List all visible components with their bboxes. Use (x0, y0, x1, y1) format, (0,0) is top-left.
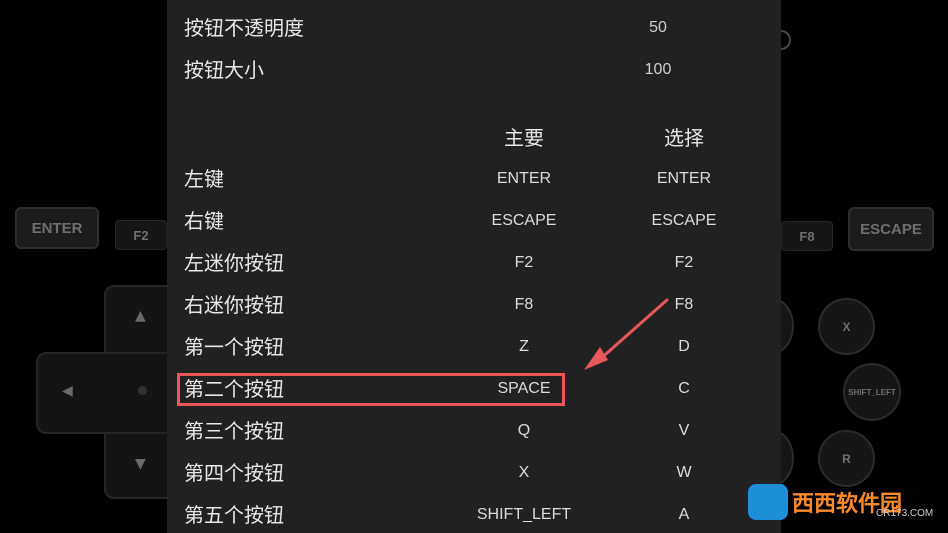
size-label: 按钮大小 (184, 58, 264, 82)
dpad-up-icon[interactable]: ▲ (135, 309, 146, 323)
secondary-column-header: 选择 (664, 126, 704, 150)
r-button[interactable]: R (818, 430, 875, 487)
f8-mini-button[interactable]: F8 (781, 221, 833, 251)
enter-button[interactable]: ENTER (15, 207, 99, 249)
highlight-box (177, 373, 565, 406)
button-settings-dialog: 按钮不透明度 50 按钮大小 100 主要 选择 左键 ENTER ENTER … (167, 0, 781, 533)
watermark-url: CR173.COM (876, 508, 934, 519)
row-primary-left-mini[interactable]: F2 (444, 253, 604, 273)
primary-column-header: 主要 (504, 126, 544, 150)
row-secondary-button-5[interactable]: A (604, 505, 764, 525)
row-label-button-1: 第一个按钮 (184, 335, 284, 359)
row-primary-button-1[interactable]: Z (444, 337, 604, 357)
row-primary-right-key[interactable]: ESCAPE (444, 211, 604, 231)
f2-mini-button[interactable]: F2 (115, 220, 167, 250)
watermark: 西西软件园 CR173.COM (748, 482, 938, 522)
row-label-button-5: 第五个按钮 (184, 503, 284, 527)
row-label-button-4: 第四个按钮 (184, 461, 284, 485)
row-secondary-button-2[interactable]: C (604, 379, 764, 399)
opacity-label: 按钮不透明度 (184, 16, 304, 40)
row-label-right-mini: 右迷你按钮 (184, 293, 284, 317)
row-primary-right-mini[interactable]: F8 (444, 295, 604, 315)
cr-logo-icon (748, 484, 788, 520)
row-secondary-left-mini[interactable]: F2 (604, 253, 764, 273)
dpad-left-icon[interactable]: ◀ (62, 384, 73, 398)
row-secondary-right-mini[interactable]: F8 (604, 295, 764, 315)
row-primary-button-4[interactable]: X (444, 463, 604, 483)
row-label-left-key: 左键 (184, 167, 224, 191)
row-secondary-button-4[interactable]: W (604, 463, 764, 483)
dpad-center-icon (138, 386, 147, 395)
row-primary-button-5[interactable]: SHIFT_LEFT (444, 505, 604, 525)
dpad-down-icon[interactable]: ▼ (135, 457, 146, 471)
row-secondary-right-key[interactable]: ESCAPE (604, 211, 764, 231)
row-label-button-3: 第三个按钮 (184, 419, 284, 443)
shift-left-button[interactable]: SHIFT_LEFT (843, 363, 901, 421)
row-label-right-key: 右键 (184, 209, 224, 233)
row-secondary-button-1[interactable]: D (604, 337, 764, 357)
row-label-left-mini: 左迷你按钮 (184, 251, 284, 275)
row-primary-left-key[interactable]: ENTER (444, 169, 604, 189)
row-secondary-left-key[interactable]: ENTER (604, 169, 764, 189)
size-value[interactable]: 100 (618, 60, 698, 80)
opacity-value[interactable]: 50 (618, 18, 698, 38)
row-secondary-button-3[interactable]: V (604, 421, 764, 441)
x-button[interactable]: X (818, 298, 875, 355)
escape-button[interactable]: ESCAPE (848, 207, 934, 251)
row-primary-button-3[interactable]: Q (444, 421, 604, 441)
